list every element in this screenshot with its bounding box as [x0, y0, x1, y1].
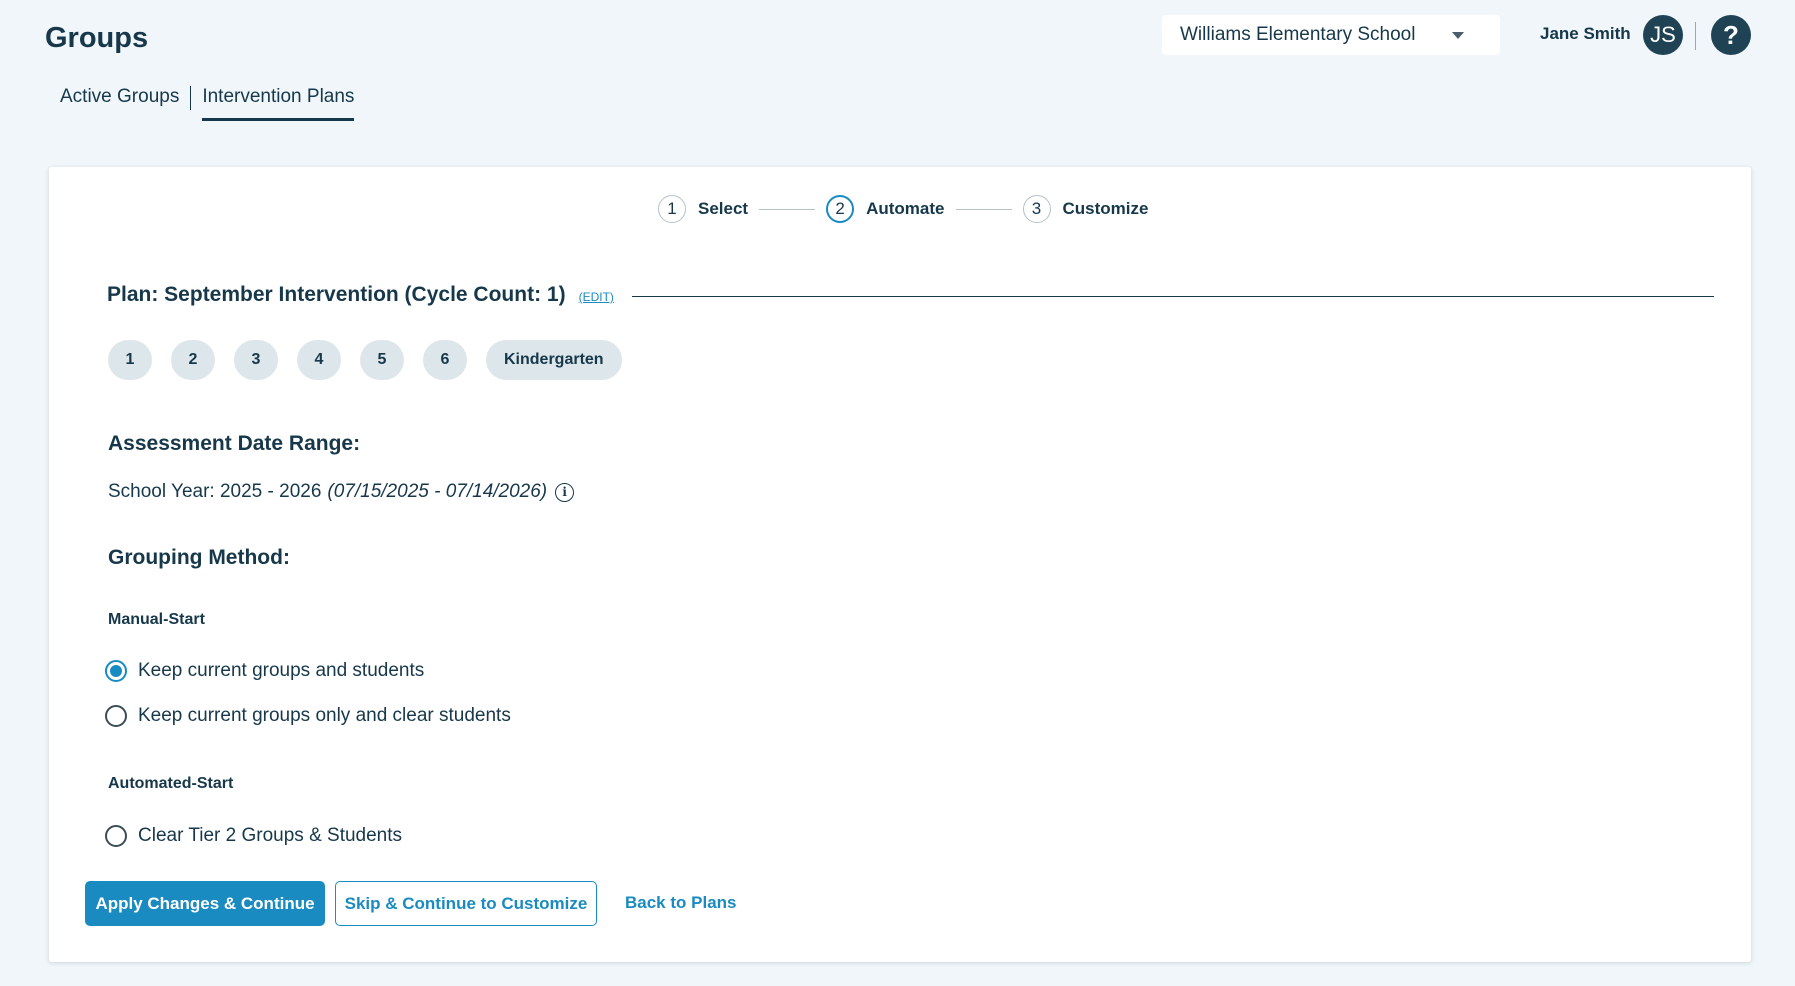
assessment-heading: Assessment Date Range: [108, 432, 361, 455]
user-name: Jane Smith [1540, 24, 1631, 43]
apply-changes-button[interactable]: Apply Changes & Continue [85, 881, 325, 926]
radio-label: Clear Tier 2 Groups & Students [138, 825, 403, 846]
step-connector [955, 208, 1012, 210]
school-year-label: School Year: 2025 - 2026 [108, 481, 322, 502]
grouping-heading: Grouping Method: [108, 546, 290, 569]
tabs: Active Groups Intervention Plans [60, 86, 355, 121]
info-icon[interactable]: i [555, 482, 575, 502]
plan-title: Plan: September Intervention (Cycle Coun… [107, 283, 566, 306]
step-label: Customize [1062, 199, 1149, 218]
grade-pills: 1 2 3 4 5 6 Kindergarten [108, 340, 641, 380]
stepper: 1 Select 2 Automate 3 Customize [658, 195, 1148, 223]
grade-pill-1[interactable]: 1 [108, 340, 152, 380]
radio-unchecked-icon[interactable] [105, 825, 127, 847]
radio-checked-icon[interactable] [105, 660, 127, 682]
page-title: Groups [45, 22, 149, 54]
radio-keep-groups-and-students[interactable]: Keep current groups and students [105, 660, 424, 682]
school-year-range: School Year: 2025 - 2026 (07/15/2025 - 0… [108, 481, 575, 503]
chevron-down-icon [1452, 31, 1464, 39]
grade-pill-5[interactable]: 5 [360, 340, 404, 380]
edit-plan-link[interactable]: (EDIT) [579, 290, 614, 304]
help-icon[interactable]: ? [1711, 15, 1751, 55]
grade-pill-4[interactable]: 4 [297, 340, 341, 380]
school-select-value: Williams Elementary School [1180, 24, 1416, 45]
avatar[interactable]: JS [1643, 15, 1683, 55]
tab-active-groups[interactable]: Active Groups [60, 86, 179, 118]
school-select[interactable]: Williams Elementary School [1162, 15, 1500, 55]
step-select[interactable]: 1 Select [658, 195, 748, 223]
step-connector [759, 208, 816, 210]
step-number: 3 [1022, 195, 1051, 223]
grade-pill-6[interactable]: 6 [423, 340, 467, 380]
grade-pill-3[interactable]: 3 [234, 340, 278, 380]
radio-keep-groups-clear-students[interactable]: Keep current groups only and clear stude… [105, 705, 511, 727]
grade-pill-2[interactable]: 2 [171, 340, 215, 380]
grade-pill-kindergarten[interactable]: Kindergarten [486, 340, 622, 380]
plan-divider [631, 296, 1714, 297]
skip-to-customize-button[interactable]: Skip & Continue to Customize [335, 881, 597, 926]
radio-label: Keep current groups only and clear stude… [138, 705, 511, 726]
tab-divider [190, 86, 192, 110]
radio-clear-tier2[interactable]: Clear Tier 2 Groups & Students [105, 825, 402, 847]
step-customize[interactable]: 3 Customize [1022, 195, 1149, 223]
school-year-dates: (07/15/2025 - 07/14/2026) [327, 481, 548, 502]
plan-header: Plan: September Intervention (Cycle Coun… [107, 283, 1714, 307]
manual-start-heading: Manual-Start [108, 611, 205, 628]
step-label: Automate [866, 199, 945, 218]
radio-unchecked-icon[interactable] [105, 705, 127, 727]
automated-start-heading: Automated-Start [108, 775, 234, 792]
step-number: 2 [826, 195, 855, 223]
radio-label: Keep current groups and students [138, 660, 425, 681]
header-divider [1695, 22, 1696, 50]
tab-intervention-plans[interactable]: Intervention Plans [202, 86, 355, 121]
step-automate[interactable]: 2 Automate [826, 195, 945, 223]
back-to-plans-link[interactable]: Back to Plans [625, 893, 737, 913]
step-label: Select [698, 199, 749, 218]
step-number: 1 [658, 195, 686, 223]
